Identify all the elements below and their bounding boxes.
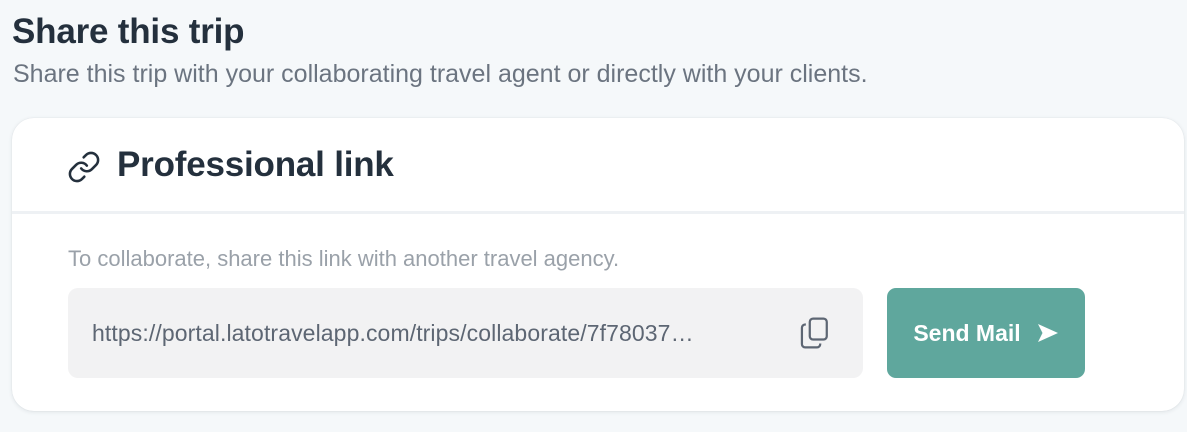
card-body: To collaborate, share this link with ano… <box>12 214 1184 378</box>
link-icon <box>67 150 101 184</box>
card-title: Professional link <box>117 144 394 184</box>
page-subtitle: Share this trip with your collaborating … <box>13 60 868 88</box>
professional-link-card: Professional link To collaborate, share … <box>12 118 1184 411</box>
send-mail-label: Send Mail <box>913 319 1021 346</box>
share-link-text[interactable]: https://portal.latotravelapp.com/trips/c… <box>92 320 783 347</box>
copy-icon[interactable] <box>799 316 831 350</box>
collaborate-hint: To collaborate, share this link with ano… <box>68 246 620 271</box>
page-title: Share this trip <box>12 12 245 51</box>
share-link-field[interactable]: https://portal.latotravelapp.com/trips/c… <box>68 288 863 378</box>
send-mail-button[interactable]: Send Mail <box>887 288 1085 378</box>
card-header: Professional link <box>12 118 1184 214</box>
link-row: https://portal.latotravelapp.com/trips/c… <box>68 288 1184 378</box>
send-icon <box>1037 323 1059 343</box>
share-trip-page: Share this trip Share this trip with you… <box>0 0 1187 432</box>
